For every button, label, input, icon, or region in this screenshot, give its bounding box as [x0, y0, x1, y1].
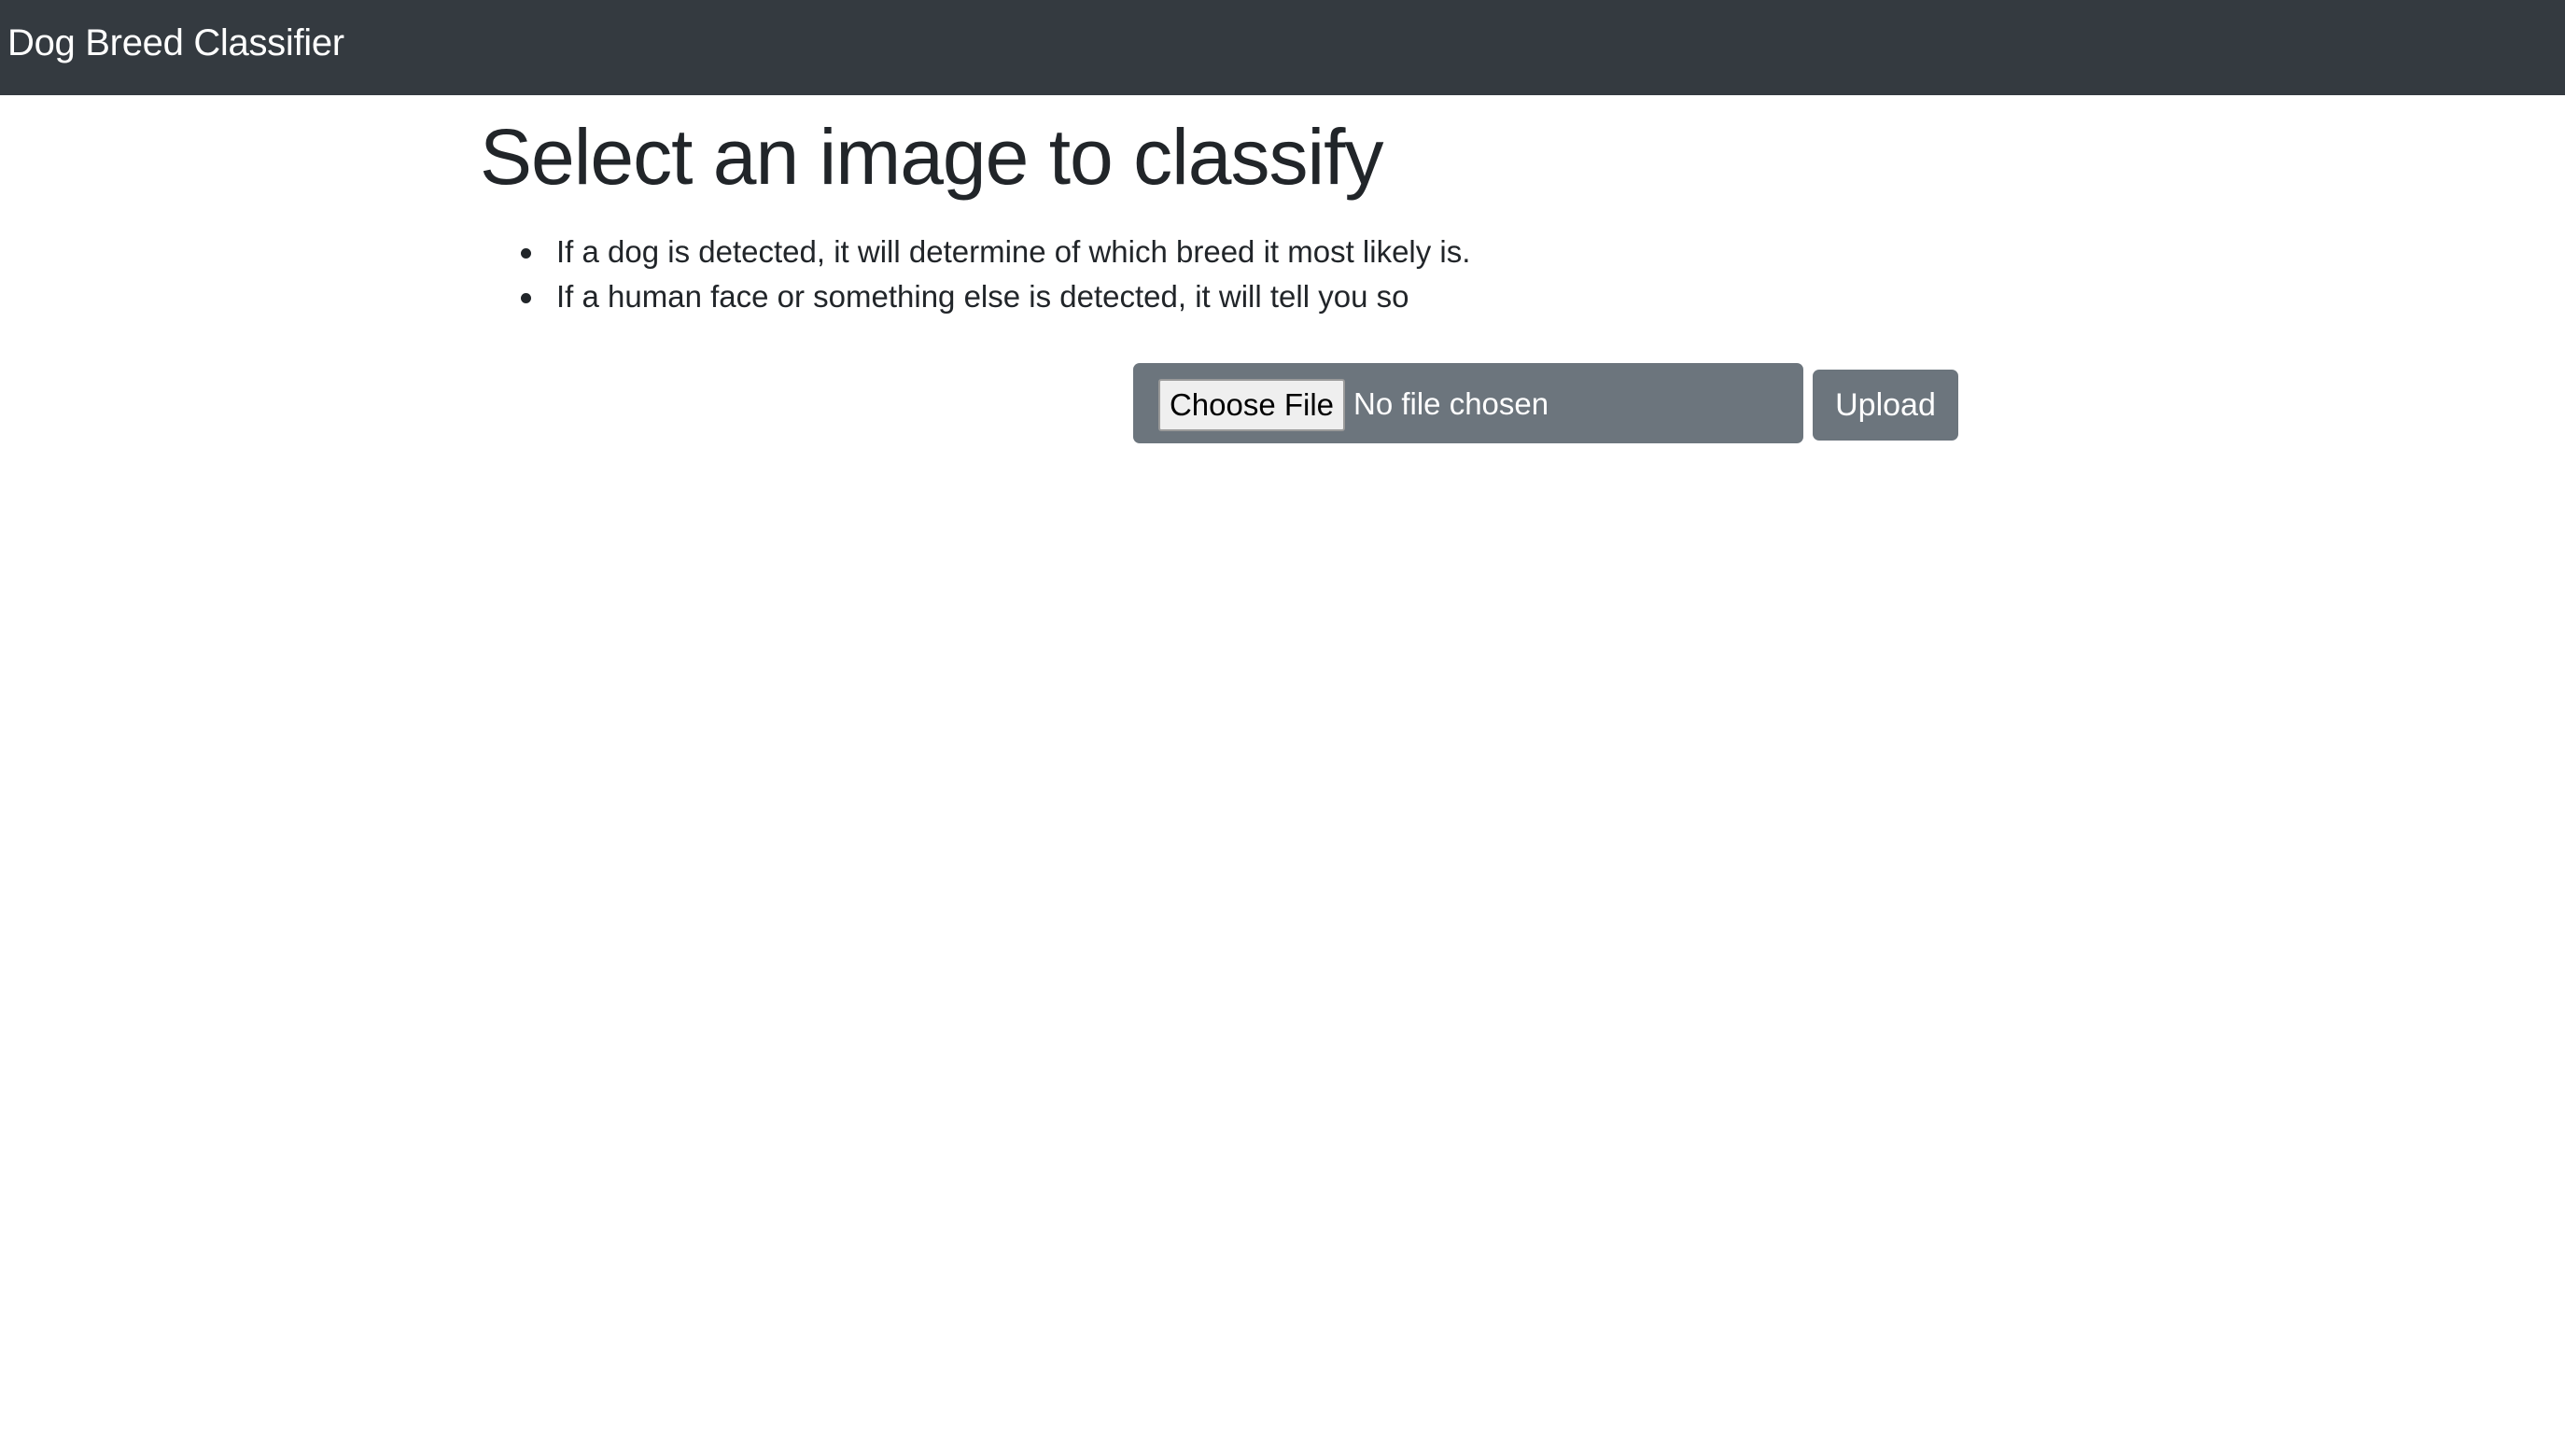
- file-input[interactable]: Choose File No file chosen: [1133, 363, 1803, 443]
- instruction-text: If a human face or something else is det…: [556, 279, 1409, 314]
- navbar-brand[interactable]: Dog Breed Classifier: [7, 19, 344, 67]
- instruction-list: If a dog is detected, it will determine …: [480, 230, 1470, 319]
- file-status-text: No file chosen: [1353, 386, 1549, 421]
- page-title: Select an image to classify: [480, 113, 1383, 201]
- choose-file-button[interactable]: Choose File: [1158, 379, 1345, 431]
- instruction-text: If a dog is detected, it will determine …: [556, 234, 1471, 269]
- list-item: If a dog is detected, it will determine …: [480, 230, 1470, 274]
- list-item: If a human face or something else is det…: [480, 274, 1470, 319]
- top-navbar: Dog Breed Classifier: [0, 0, 2565, 95]
- bullet-icon: [521, 248, 531, 259]
- upload-button[interactable]: Upload: [1813, 370, 1958, 441]
- bullet-icon: [521, 293, 531, 303]
